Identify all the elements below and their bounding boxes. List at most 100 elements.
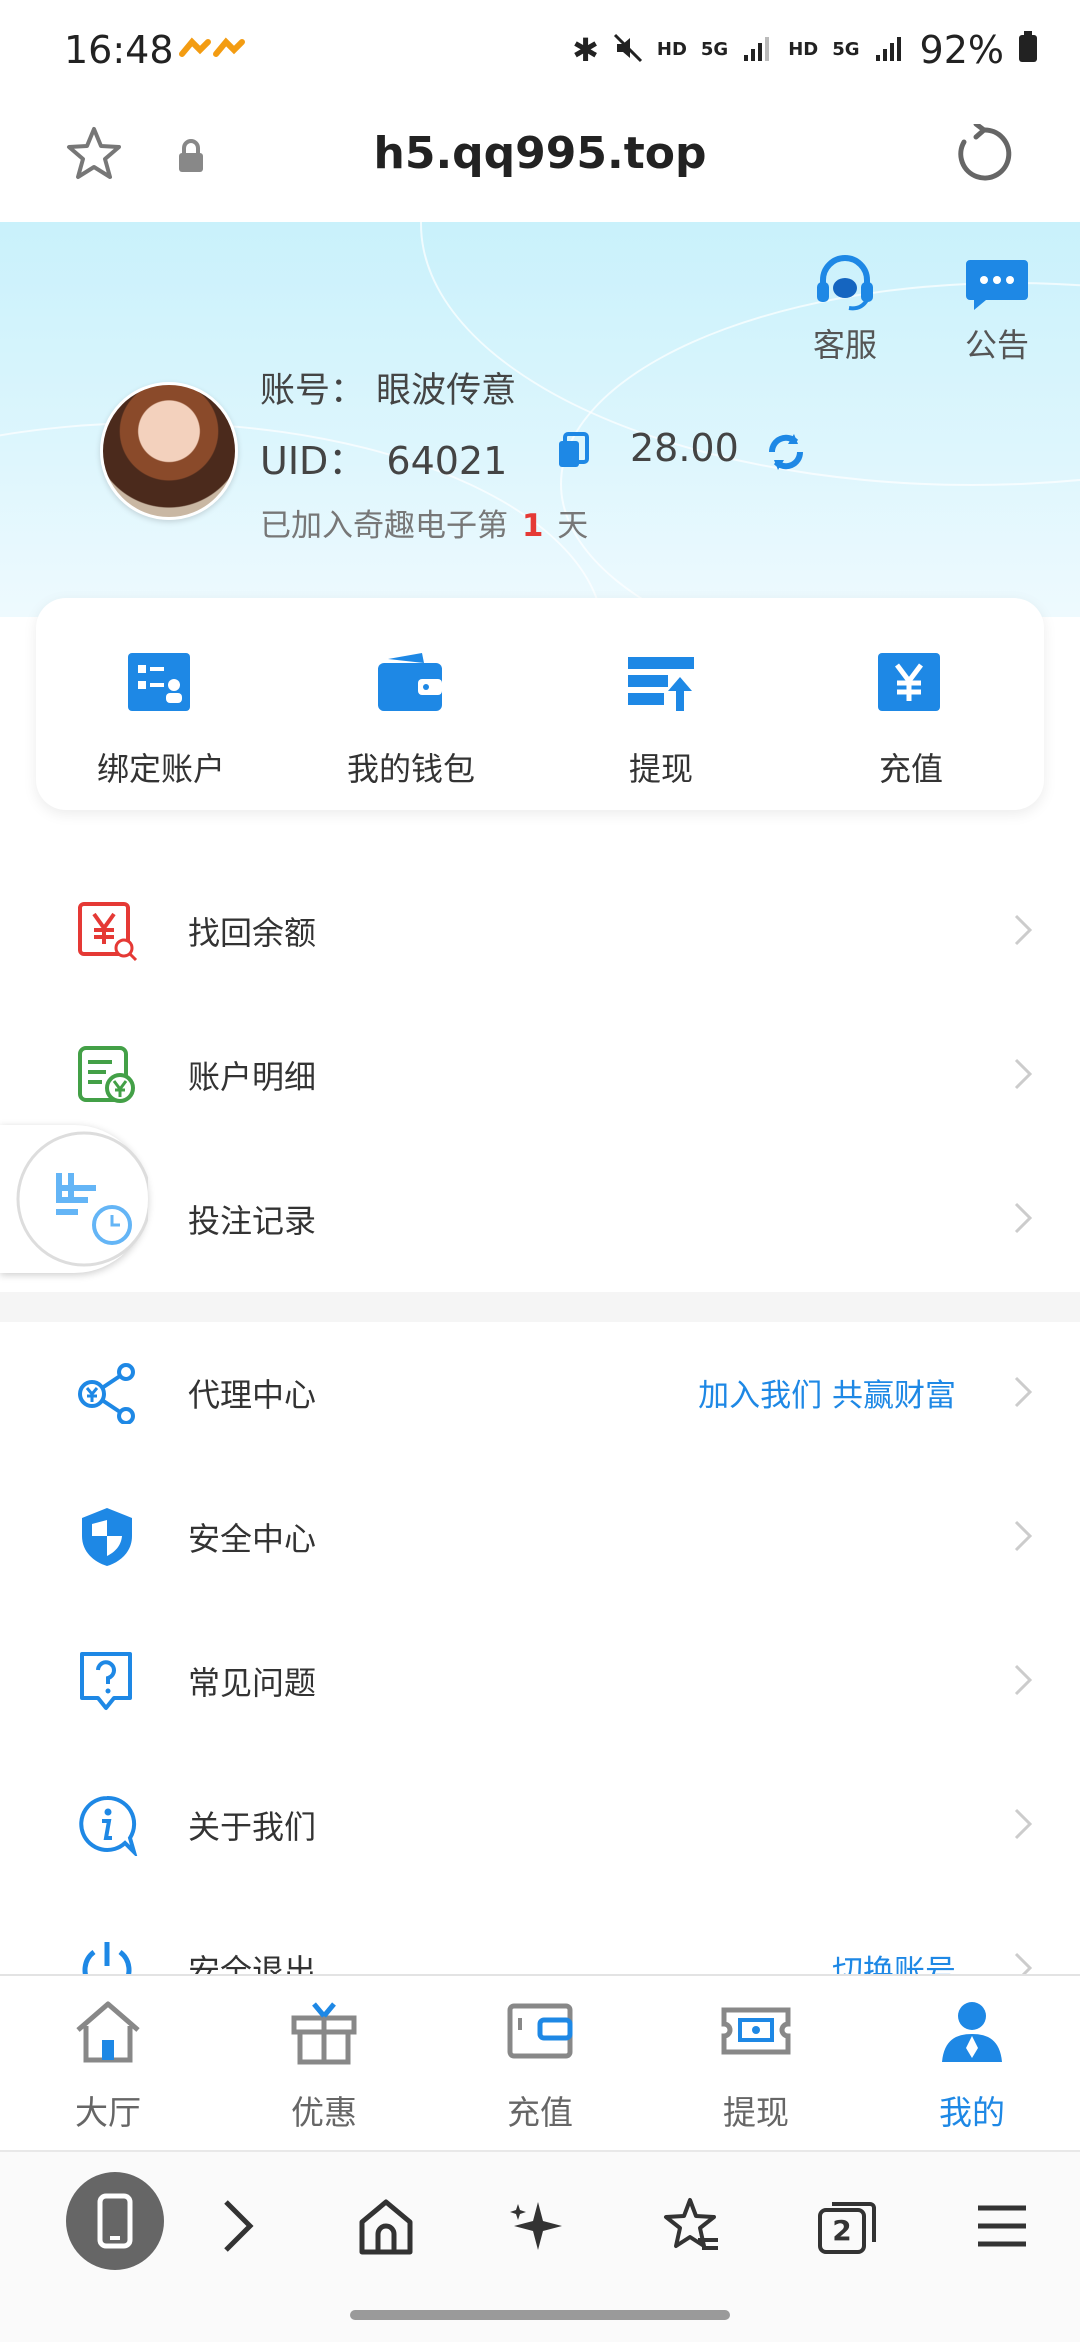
account-details-icon <box>78 1046 135 1103</box>
quick-action-label: 充值 <box>878 750 943 788</box>
bluetooth-icon: ✱ <box>572 31 599 69</box>
joined-line: 已加入奇趣电子第 1 天 <box>260 500 588 545</box>
forward-icon[interactable] <box>212 2196 262 2256</box>
browser-url-bar: h5.qq995.top <box>0 100 1080 224</box>
chevron-right-icon <box>1014 914 1033 946</box>
battery-icon <box>1018 28 1038 72</box>
avatar[interactable] <box>100 382 238 520</box>
quick-action-label: 我的钱包 <box>346 750 475 788</box>
uid-value: 64021 <box>386 439 508 483</box>
bind-account-icon <box>128 653 190 711</box>
section-divider <box>0 1292 1080 1322</box>
quick-action-withdraw[interactable]: 提现 <box>536 598 786 810</box>
tab-label: 大厅 <box>75 2093 141 2132</box>
cash-ticket-icon <box>721 2007 791 2055</box>
menu-item-security-center[interactable]: 安全中心 <box>0 1466 1080 1610</box>
tab-label: 优惠 <box>291 2093 357 2132</box>
quick-actions-card: 绑定账户 我的钱包 提现 充值 <box>36 598 1044 810</box>
menu-item-faq[interactable]: 常见问题 <box>0 1610 1080 1754</box>
mute-icon <box>613 28 643 72</box>
chevron-right-icon <box>1014 1058 1033 1090</box>
account-name: 眼波传意 <box>376 371 517 411</box>
joined-prefix: 已加入奇趣电子第 <box>260 508 508 544</box>
wallet-icon <box>378 653 442 711</box>
tab-label: 我的 <box>939 2093 1005 2132</box>
agent-promo-text: 加入我们 共赢财富 <box>698 1378 956 1414</box>
chevron-right-icon <box>1014 1664 1033 1696</box>
status-time: 16:48 <box>64 28 174 72</box>
quick-action-bind-account[interactable]: 绑定账户 <box>36 598 286 810</box>
tab-label: 充值 <box>507 2093 573 2132</box>
quick-action-wallet[interactable]: 我的钱包 <box>286 598 536 810</box>
status-bar: 16:48 ✱ HD 5G HD 5G 92% <box>0 0 1080 100</box>
hd-label-1: HD <box>656 39 687 60</box>
chevron-right-icon <box>1014 1520 1033 1552</box>
network-label-1: 5G <box>700 39 729 60</box>
menu-label: 代理中心 <box>188 1376 317 1414</box>
browser-home-icon[interactable] <box>356 2196 416 2256</box>
menu-label: 投注记录 <box>188 1202 317 1240</box>
menu-item-about-us[interactable]: 关于我们 <box>0 1754 1080 1898</box>
page-url[interactable]: h5.qq995.top <box>0 128 1080 179</box>
menu-icon[interactable] <box>974 2196 1030 2256</box>
menu-label: 安全中心 <box>188 1520 317 1558</box>
joined-days: 1 <box>521 508 544 544</box>
customer-service-button[interactable]: 客服 <box>800 252 890 366</box>
user-icon <box>942 2002 1002 2062</box>
tab-recharge[interactable]: 充值 <box>432 1976 648 2152</box>
recover-balance-icon <box>78 902 138 962</box>
profile-header: 客服 公告 账号： 眼波传意 UID： 64021 28.00 已加入奇趣电子第… <box>0 222 1080 617</box>
info-icon <box>79 1795 138 1856</box>
headset-icon <box>817 255 873 311</box>
announcement-button[interactable]: 公告 <box>952 252 1042 366</box>
back-button[interactable] <box>66 2172 164 2270</box>
shield-icon <box>82 1508 132 1566</box>
menu-label: 安全退出 <box>188 1952 317 1974</box>
signal-icon-1 <box>742 28 774 72</box>
tabs-button[interactable]: 2 <box>816 2196 880 2256</box>
reload-icon[interactable] <box>954 121 1014 188</box>
account-prefix: 账号： <box>260 371 366 411</box>
chevron-right-icon <box>1014 1202 1033 1234</box>
menu-item-bet-record[interactable]: 投注记录 <box>0 1148 1080 1292</box>
copy-icon[interactable] <box>556 432 590 474</box>
uid-prefix: UID： <box>260 439 367 483</box>
tab-label: 提现 <box>723 2093 789 2132</box>
home-icon <box>76 2001 140 2063</box>
battery-percent: 92% <box>919 28 1004 72</box>
menu-item-account-details[interactable]: 账户明细 <box>0 1004 1080 1148</box>
tab-withdraw[interactable]: 提现 <box>648 1976 864 2152</box>
hd-label-2: HD <box>788 39 819 60</box>
agent-center-icon <box>78 1363 135 1424</box>
uid-line: UID： 64021 <box>260 430 507 485</box>
sparkle-icon[interactable] <box>508 2196 568 2256</box>
chevron-right-icon <box>1014 1376 1033 1408</box>
home-indicator[interactable] <box>350 2310 730 2320</box>
announcement-label: 公告 <box>964 326 1029 364</box>
chat-bubble-icon <box>966 260 1028 310</box>
status-right: ✱ HD 5G HD 5G 92% <box>572 28 1038 72</box>
quick-action-recharge[interactable]: 充值 <box>786 598 1036 810</box>
menu-item-logout[interactable]: 安全退出 切换账号 <box>0 1898 1080 1974</box>
account-line: 账号： 眼波传意 <box>260 362 516 413</box>
menu-label: 关于我们 <box>188 1808 317 1846</box>
floating-bet-record-button[interactable] <box>0 1125 152 1273</box>
bet-record-float-icon <box>16 1131 152 1267</box>
customer-service-label: 客服 <box>812 326 877 364</box>
switch-account-link[interactable]: 切换账号 <box>832 1946 956 1974</box>
bookmarks-icon[interactable] <box>660 2196 720 2256</box>
chevron-right-icon <box>1014 1952 1033 1974</box>
phone-icon <box>97 2193 133 2249</box>
gift-icon <box>291 2002 357 2065</box>
refresh-balance-icon[interactable] <box>764 430 808 478</box>
tab-lobby[interactable]: 大厅 <box>0 1976 216 2152</box>
tab-count: 2 <box>832 2214 852 2247</box>
menu-item-recover-balance[interactable]: 找回余额 <box>0 860 1080 1004</box>
joined-suffix: 天 <box>557 508 589 544</box>
tab-mine[interactable]: 我的 <box>864 1976 1080 2152</box>
menu-label: 账户明细 <box>188 1058 317 1096</box>
bottom-tab-bar: 大厅 优惠 充值 提现 我的 <box>0 1974 1080 2152</box>
power-icon <box>82 1942 132 1974</box>
menu-item-agent-center[interactable]: 代理中心 加入我们 共赢财富 <box>0 1322 1080 1466</box>
tab-promotions[interactable]: 优惠 <box>216 1976 432 2152</box>
